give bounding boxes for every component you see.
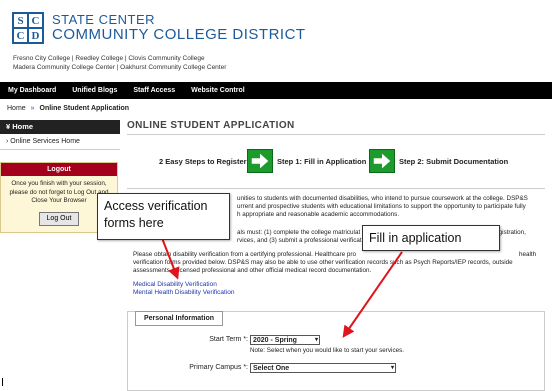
start-term-value: 2020 - Spring (253, 337, 297, 344)
green-arrow-icon (247, 149, 273, 173)
nav-website-control[interactable]: Website Control (183, 82, 253, 99)
college-list-line1: Fresno City College | Reedley College | … (13, 55, 205, 62)
primary-campus-select[interactable]: Select One ▾ (250, 363, 396, 373)
breadcrumb-current: Online Student Application (39, 105, 130, 112)
logo-letter: D (29, 29, 42, 42)
primary-campus-label: Primary Campus *: (189, 364, 248, 371)
district-title-line1: STATE CENTER (52, 12, 156, 27)
breadcrumb-separator: » (30, 105, 35, 112)
text-cursor (2, 378, 3, 386)
college-list-line2: Madera Community College Center | Oakhur… (13, 64, 227, 71)
nav-my-dashboard[interactable]: My Dashboard (0, 82, 64, 99)
top-nav: My Dashboard Unified Blogs Staff Access … (0, 82, 552, 99)
info-text: rvices, and (3) submit a professional ve… (237, 237, 363, 244)
logo-letter: S (14, 14, 27, 27)
logo-letter: C (14, 29, 27, 42)
primary-campus-value: Select One (253, 365, 290, 372)
sidebar-item-online-services-home[interactable]: › Online Services Home (0, 134, 120, 150)
info-text: health (519, 251, 537, 258)
sidebar-home[interactable]: ¥ Home (0, 120, 120, 134)
callout-verification-forms: Access verification forms here (97, 193, 230, 240)
personal-info-section: Personal Information Start Term *: 2020 … (127, 311, 545, 391)
district-title-line2: COMMUNITY COLLEGE DISTRICT (52, 26, 306, 43)
district-logo[interactable]: S C C D (12, 12, 44, 44)
breadcrumb: Home » Online Student Application (7, 105, 129, 112)
sidebar-home-label: Home (12, 122, 34, 131)
callout-fill-application: Fill in application (362, 225, 500, 251)
chevron-down-icon: ▾ (390, 365, 394, 371)
start-term-select[interactable]: 2020 - Spring ▾ (250, 335, 320, 345)
sidebar-item-label: Online Services Home (10, 138, 80, 145)
logout-title: Logout (1, 163, 117, 176)
main-content: ONLINE STUDENT APPLICATION 2 Easy Steps … (127, 120, 545, 296)
personal-info-legend: Personal Information (135, 311, 224, 326)
sidebar: ¥ Home › Online Services Home Logout Onc… (0, 120, 120, 370)
start-term-label: Start Term *: (209, 336, 248, 343)
registration-steps: 2 Easy Steps to Register Step 1: Fill in… (127, 147, 545, 175)
step-1-label: Step 1: Fill in Application (277, 157, 367, 166)
nav-staff-access[interactable]: Staff Access (125, 82, 183, 99)
page-title: ONLINE STUDENT APPLICATION (127, 120, 545, 135)
info-text: h appropriate and reasonable academic ac… (237, 211, 400, 218)
logout-button[interactable]: Log Out (39, 211, 79, 226)
nav-unified-blogs[interactable]: Unified Blogs (64, 82, 125, 99)
chevron-down-icon: ▾ (314, 337, 318, 343)
mental-health-verification-link[interactable]: Mental Health Disability Verification (133, 289, 235, 298)
step-2-label: Step 2: Submit Documentation (399, 157, 509, 166)
green-arrow-icon (369, 149, 395, 173)
logo-letter: C (29, 14, 42, 27)
info-text: assessments a licensed professional and … (133, 267, 372, 274)
start-term-note: Note: Select when you would like to star… (250, 347, 404, 354)
breadcrumb-home[interactable]: Home (7, 105, 26, 112)
site-header: S C C D STATE CENTER COMMUNITY COLLEGE D… (0, 0, 552, 78)
steps-intro: 2 Easy Steps to Register (159, 157, 247, 166)
